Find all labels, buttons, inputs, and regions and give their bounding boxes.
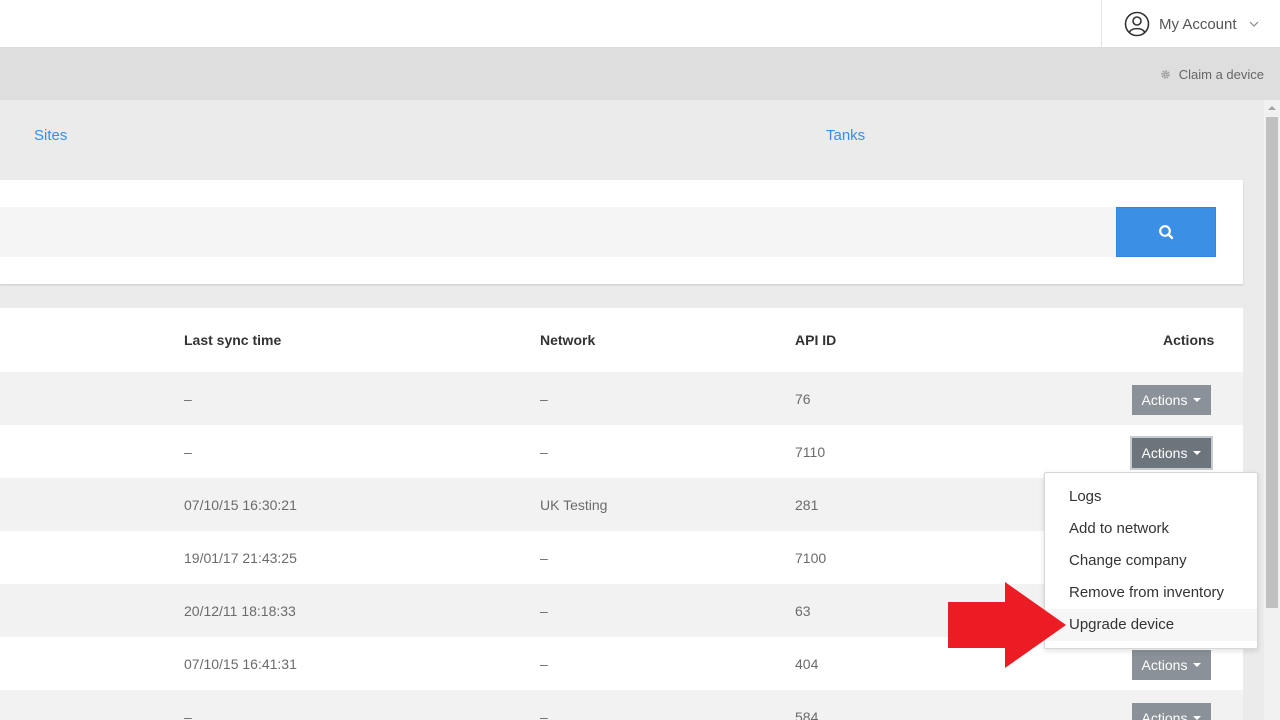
menu-item-upgrade-device[interactable]: Upgrade device [1045,609,1257,641]
search-panel [0,180,1243,284]
column-header-actions: Actions [1163,332,1215,348]
search-input[interactable] [0,207,1116,257]
last-sync-cell: – [184,709,192,720]
column-header-api-id: API ID [795,332,837,348]
last-sync-cell: 20/12/11 18:18:33 [184,603,296,619]
api-id-cell: 76 [795,391,811,407]
table-row: – – 584 Actions [0,690,1243,720]
api-id-cell: 7100 [795,550,827,566]
tab-bar: Sites Tanks [0,100,1264,180]
api-id-cell: 404 [795,656,819,672]
menu-item-change-company[interactable]: Change company [1045,545,1257,577]
scroll-up-arrow[interactable] [1264,100,1280,116]
menu-item-logs[interactable]: Logs [1045,481,1257,513]
red-arrow-icon [948,582,1066,668]
network-cell: – [540,550,548,566]
tab-sites[interactable]: Sites [34,127,67,144]
scrollbar-thumb[interactable] [1266,117,1278,608]
table-header: Last sync time Network API ID Actions [0,308,1243,372]
last-sync-cell: 19/01/17 21:43:25 [184,550,297,566]
user-circle-icon [1124,11,1150,37]
my-account-label: My Account [1159,15,1237,33]
actions-button-open[interactable]: Actions [1130,436,1213,470]
last-sync-cell: 07/10/15 16:41:31 [184,656,297,672]
network-cell: – [540,391,548,407]
column-header-last-sync: Last sync time [184,332,282,348]
actions-button[interactable]: Actions [1132,385,1211,415]
api-id-cell: 281 [795,497,819,513]
network-cell: – [540,603,548,619]
top-bar: My Account [0,0,1280,48]
tab-tanks[interactable]: Tanks [826,127,865,144]
network-cell: – [540,444,548,460]
triangle-up-icon [1268,106,1276,110]
table-row: – – 76 Actions [0,372,1243,425]
caret-down-icon [1193,663,1202,667]
gear-icon [1160,70,1170,79]
caret-down-icon [1193,451,1202,455]
table-row: – – 7110 Actions [0,425,1243,478]
api-id-cell: 7110 [795,444,826,460]
actions-button[interactable]: Actions [1132,703,1211,720]
network-cell: UK Testing [540,497,608,513]
network-cell: – [540,656,548,672]
actions-button[interactable]: Actions [1132,650,1211,680]
network-cell: – [540,709,548,720]
menu-item-add-to-network[interactable]: Add to network [1045,513,1257,545]
my-account-menu[interactable]: My Account [1101,0,1280,48]
last-sync-cell: – [184,444,192,460]
menu-item-remove-from-inventory[interactable]: Remove from inventory [1045,577,1257,609]
api-id-cell: 584 [795,709,819,720]
search-button[interactable] [1116,207,1216,257]
secondary-bar: Claim a device [0,48,1280,100]
chevron-down-icon [1249,21,1258,27]
claim-device-label: Claim a device [1178,67,1264,82]
search-icon [1159,225,1174,240]
last-sync-cell: – [184,391,192,407]
last-sync-cell: 07/10/15 16:30:21 [184,497,297,513]
claim-device-link[interactable]: Claim a device [1160,67,1264,82]
caret-down-icon [1193,716,1202,720]
column-header-network: Network [540,332,596,348]
api-id-cell: 63 [795,603,811,619]
caret-down-icon [1193,398,1202,402]
actions-dropdown-menu: Logs Add to network Change company Remov… [1044,472,1258,649]
